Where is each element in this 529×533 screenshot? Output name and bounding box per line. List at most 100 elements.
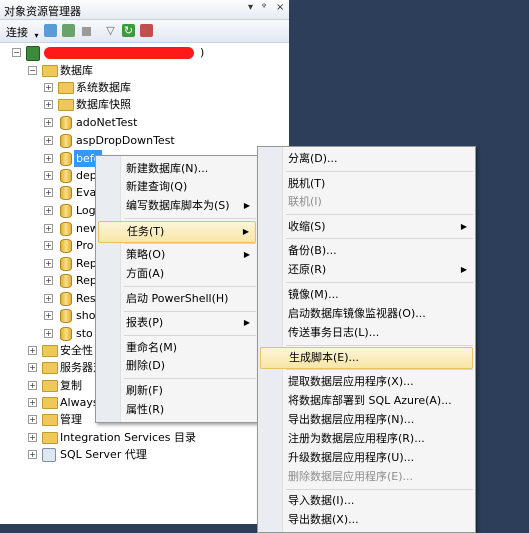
expand-icon[interactable]: +	[44, 83, 53, 92]
expand-icon[interactable]: +	[44, 136, 53, 145]
menu-policies[interactable]: 策略(O) ▶	[98, 245, 256, 265]
activity-monitor-icon[interactable]	[140, 24, 153, 37]
menu-label: 注册为数据层应用程序(R)...	[288, 432, 425, 445]
submenu-arrow-icon: ▶	[460, 222, 467, 231]
expand-icon[interactable]: +	[44, 294, 53, 303]
menu-label: 报表(P)	[126, 316, 164, 329]
expand-icon[interactable]: +	[44, 224, 53, 233]
menu-rename[interactable]: 重命名(M)	[98, 338, 256, 358]
close-icon[interactable]: ×	[276, 2, 284, 13]
menu-delete[interactable]: 删除(D)	[98, 356, 256, 376]
pin-icon[interactable]: ᵠ	[262, 2, 266, 13]
expand-icon[interactable]: +	[44, 154, 53, 163]
menu-new-query[interactable]: 新建查询(Q)	[98, 177, 256, 197]
menu-label: 将数据库部署到 SQL Azure(A)...	[288, 394, 452, 407]
menu-launch-mirror-monitor[interactable]: 启动数据库镜像监视器(O)...	[260, 304, 473, 324]
menu-ship-transaction-logs[interactable]: 传送事务日志(L)...	[260, 323, 473, 343]
menu-detach[interactable]: 分离(D)...	[260, 149, 473, 169]
expand-icon[interactable]: +	[28, 346, 37, 355]
expand-icon[interactable]: +	[44, 100, 53, 109]
menu-script-database-as[interactable]: 编写数据库脚本为(S) ▶	[98, 196, 256, 216]
connect-dropdown-icon[interactable]: ▾	[30, 29, 43, 42]
menu-tasks[interactable]: 任务(T) ▶	[98, 221, 256, 243]
menu-shrink[interactable]: 收缩(S) ▶	[260, 217, 473, 237]
database-icon	[60, 116, 72, 130]
collapse-icon[interactable]: −	[12, 48, 21, 57]
stop-icon[interactable]	[82, 27, 91, 36]
collapse-icon[interactable]: −	[28, 66, 37, 75]
menu-label: 导出数据层应用程序(N)...	[288, 413, 415, 426]
menu-separator	[286, 489, 473, 490]
expand-icon[interactable]: +	[28, 381, 37, 390]
tree-label: 安全性	[60, 344, 93, 357]
menu-facets[interactable]: 方面(A)	[98, 264, 256, 284]
menu-new-database[interactable]: 新建数据库(N)...	[98, 159, 256, 179]
database-icon	[60, 169, 72, 183]
menu-import-data[interactable]: 导入数据(I)...	[260, 491, 473, 511]
tree-label: 系统数据库	[76, 81, 131, 94]
database-icon	[60, 222, 72, 236]
expand-icon[interactable]: +	[28, 415, 37, 424]
dropdown-icon[interactable]: ▾	[248, 2, 253, 13]
redacted-server-name	[44, 47, 194, 59]
filter-icon[interactable]: ▽	[104, 24, 117, 37]
menu-export-data-tier-app[interactable]: 导出数据层应用程序(N)...	[260, 410, 473, 430]
panel-title-bar: 对象资源管理器 ▾ ᵠ ×	[0, 0, 289, 20]
database-icon	[60, 152, 72, 166]
menu-restore[interactable]: 还原(R) ▶	[260, 260, 473, 280]
menu-extract-data-tier-app[interactable]: 提取数据层应用程序(X)...	[260, 372, 473, 392]
menu-label: 升级数据层应用程序(U)...	[288, 451, 415, 464]
tree-label: 复制	[60, 379, 82, 392]
refresh-icon[interactable]: ↻	[122, 24, 135, 37]
menu-label: 启动数据库镜像监视器(O)...	[288, 307, 426, 320]
folder-icon	[58, 82, 74, 94]
tree-server-node[interactable]: − )	[10, 44, 280, 61]
menu-start-powershell[interactable]: 启动 PowerShell(H)	[98, 289, 256, 309]
menu-bring-online[interactable]: 联机(I)	[260, 192, 473, 212]
menu-export-data[interactable]: 导出数据(X)...	[260, 510, 473, 530]
menu-generate-scripts[interactable]: 生成脚本(E)...	[260, 347, 473, 369]
menu-register-data-tier-app[interactable]: 注册为数据层应用程序(R)...	[260, 429, 473, 449]
menu-delete-data-tier-app[interactable]: 删除数据层应用程序(E)...	[260, 467, 473, 487]
expand-icon[interactable]: +	[44, 118, 53, 127]
menu-separator	[286, 214, 473, 215]
menu-properties[interactable]: 属性(R)	[98, 400, 256, 420]
menu-label: 备份(B)...	[288, 244, 337, 257]
expand-icon[interactable]: +	[44, 206, 53, 215]
tree-label: SQL Server 代理	[60, 448, 147, 461]
menu-upgrade-data-tier-app[interactable]: 升级数据层应用程序(U)...	[260, 448, 473, 468]
database-icon	[60, 274, 72, 288]
expand-icon[interactable]: +	[44, 188, 53, 197]
menu-separator	[286, 282, 473, 283]
tree-label: 管理	[60, 413, 82, 426]
menu-label: 传送事务日志(L)...	[288, 326, 380, 339]
menu-label: 方面(A)	[126, 267, 165, 280]
menu-backup[interactable]: 备份(B)...	[260, 241, 473, 261]
expand-icon[interactable]: +	[44, 329, 53, 338]
expand-icon[interactable]: +	[44, 241, 53, 250]
disconnect-icon[interactable]	[62, 24, 75, 37]
database-icon	[60, 309, 72, 323]
expand-icon[interactable]: +	[44, 276, 53, 285]
expand-icon[interactable]: +	[28, 363, 37, 372]
menu-reports[interactable]: 报表(P) ▶	[98, 313, 256, 333]
database-icon	[60, 327, 72, 341]
menu-mirror[interactable]: 镜像(M)...	[260, 285, 473, 305]
expand-icon[interactable]: +	[44, 171, 53, 180]
menu-separator	[286, 238, 473, 239]
menu-deploy-to-sql-azure[interactable]: 将数据库部署到 SQL Azure(A)...	[260, 391, 473, 411]
expand-icon[interactable]: +	[28, 398, 37, 407]
expand-icon[interactable]: +	[44, 311, 53, 320]
connect-object-icon[interactable]	[44, 24, 57, 37]
expand-icon[interactable]: +	[28, 433, 37, 442]
submenu-arrow-icon: ▶	[243, 250, 250, 259]
tree-label: Integration Services 目录	[60, 431, 196, 444]
menu-label: 镜像(M)...	[288, 288, 339, 301]
expand-icon[interactable]: +	[44, 259, 53, 268]
connect-button[interactable]: 连接	[6, 24, 28, 40]
server-icon	[26, 46, 40, 61]
menu-refresh[interactable]: 刷新(F)	[98, 381, 256, 401]
folder-icon	[58, 99, 74, 111]
menu-take-offline[interactable]: 脱机(T)	[260, 174, 473, 194]
expand-icon[interactable]: +	[28, 450, 37, 459]
